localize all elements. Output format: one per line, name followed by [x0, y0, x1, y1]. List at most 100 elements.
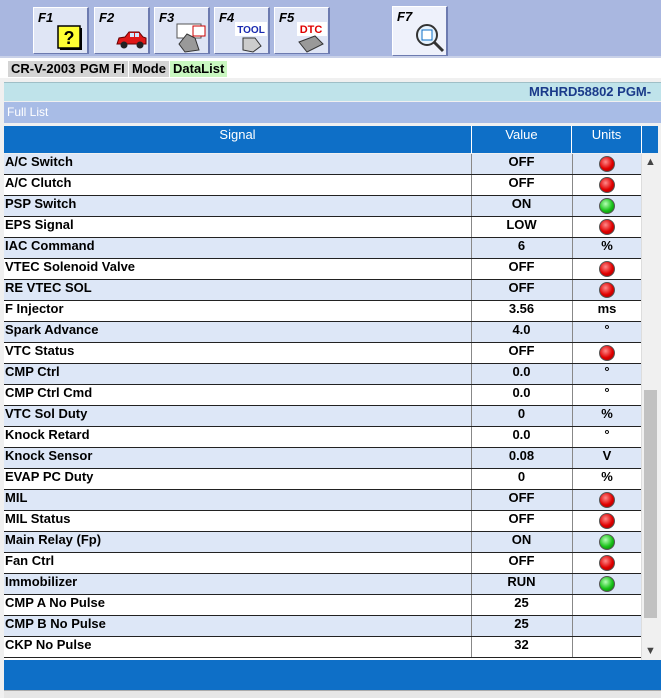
status-led-red-icon	[599, 555, 615, 571]
f5-dtc-button[interactable]: F5 DTC	[274, 7, 330, 54]
table-header: Signal Value Units	[4, 126, 658, 153]
breadcrumb-system[interactable]: PGM FI	[77, 61, 128, 77]
signal-name: CMP Ctrl Cmd	[5, 385, 93, 400]
signal-units	[572, 196, 641, 216]
table-row[interactable]: Spark Advance 4.0 °	[4, 322, 641, 343]
signal-units	[572, 595, 641, 615]
vertical-scrollbar[interactable]: ▲ ▼	[641, 154, 658, 660]
list-title: Full List	[7, 105, 49, 119]
breadcrumb-model[interactable]: CR-V-2003	[8, 61, 79, 77]
table-row[interactable]: Fan Ctrl OFF	[4, 553, 641, 574]
signal-value: 0.0	[471, 364, 571, 384]
table-row[interactable]: Immobilizer RUN	[4, 574, 641, 595]
signal-name: Spark Advance	[5, 322, 99, 337]
signal-units	[572, 217, 641, 237]
signal-name: F Injector	[5, 301, 64, 316]
pgm-at-icon	[176, 23, 206, 53]
signal-name: A/C Switch	[5, 154, 73, 169]
data-list-table: A/C Switch OFF A/C Clutch OFF PSP Switch ON EP…	[4, 154, 641, 660]
tool-icon: TOOL	[235, 22, 267, 53]
signal-value: 0	[471, 406, 571, 426]
signal-name: EVAP PC Duty	[5, 469, 94, 484]
table-row[interactable]: PSP Switch ON	[4, 196, 641, 217]
signal-name: Fan Ctrl	[5, 553, 55, 568]
f2-vehicle-button[interactable]: F2	[94, 7, 150, 54]
signal-value: 32	[471, 637, 571, 657]
signal-name: CMP Ctrl	[5, 364, 60, 379]
column-header-value[interactable]: Value	[472, 126, 572, 153]
table-row[interactable]: VTC Sol Duty 0%	[4, 406, 641, 427]
status-led-green-icon	[599, 534, 615, 550]
column-header-units[interactable]: Units	[572, 126, 642, 153]
table-row[interactable]: F Injector 3.56 ms	[4, 301, 641, 322]
f7-datalist-button[interactable]: F7	[392, 6, 448, 56]
signal-value: 3.56	[471, 301, 571, 321]
table-row[interactable]: CMP Ctrl Cmd 0.0 °	[4, 385, 641, 406]
table-row[interactable]: EPS Signal LOW	[4, 217, 641, 238]
table-row[interactable]: MIL Status OFF	[4, 511, 641, 532]
breadcrumb-view[interactable]: DataList	[170, 61, 228, 77]
table-row[interactable]: CMP B No Pulse 25	[4, 616, 641, 637]
signal-value: OFF	[471, 259, 571, 279]
table-row[interactable]: A/C Switch OFF	[4, 154, 641, 175]
scroll-down-arrow-icon[interactable]: ▼	[642, 643, 659, 660]
status-led-red-icon	[599, 345, 615, 361]
breadcrumb-mode[interactable]: Mode	[129, 61, 169, 77]
signal-units: °	[572, 385, 641, 405]
signal-value: ON	[471, 196, 571, 216]
signal-value: 0.0	[471, 427, 571, 447]
f4-tool-button[interactable]: F4 TOOL	[214, 7, 270, 54]
f4-key-label: F4	[219, 10, 235, 25]
table-row[interactable]: EVAP PC Duty 0%	[4, 469, 641, 490]
table-row[interactable]: MIL OFF	[4, 490, 641, 511]
f1-help-button[interactable]: F1 ?	[33, 7, 89, 54]
status-strip	[4, 690, 661, 698]
signal-name: CMP A No Pulse	[5, 595, 105, 610]
table-row[interactable]: Main Relay (Fp) ON	[4, 532, 641, 553]
signal-units	[572, 553, 641, 573]
signal-value: 0	[471, 469, 571, 489]
signal-units	[572, 616, 641, 636]
signal-name: MIL	[5, 490, 28, 505]
status-led-red-icon	[599, 219, 615, 235]
table-row[interactable]: VTC Status OFF	[4, 343, 641, 364]
bottom-bar	[4, 660, 661, 690]
dtc-icon: DTC	[297, 22, 327, 53]
svg-text:?: ?	[64, 28, 75, 48]
table-row[interactable]: A/C Clutch OFF	[4, 175, 641, 196]
signal-value: OFF	[471, 280, 571, 300]
signal-value: OFF	[471, 553, 571, 573]
f3-pgm-at-button[interactable]: F3	[154, 7, 210, 54]
status-led-red-icon	[599, 177, 615, 193]
table-row[interactable]: RE VTEC SOL OFF	[4, 280, 641, 301]
signal-name: MIL Status	[5, 511, 71, 526]
signal-units	[572, 280, 641, 300]
table-row[interactable]: CKP No Pulse 32	[4, 637, 641, 658]
table-row[interactable]: CMP A No Pulse 25	[4, 595, 641, 616]
signal-value: 0.0	[471, 385, 571, 405]
signal-units: ms	[572, 301, 641, 321]
table-row[interactable]: Knock Retard 0.0 °	[4, 427, 641, 448]
table-row[interactable]: Knock Sensor 0.08 V	[4, 448, 641, 469]
signal-units	[572, 154, 641, 174]
signal-units	[572, 343, 641, 363]
signal-units: V	[572, 448, 641, 468]
signal-value: 4.0	[471, 322, 571, 342]
signal-units	[572, 637, 641, 657]
status-led-red-icon	[599, 492, 615, 508]
table-row[interactable]: CMP Ctrl 0.0 °	[4, 364, 641, 385]
column-header-signal[interactable]: Signal	[4, 126, 472, 153]
scrollbar-thumb[interactable]	[644, 390, 657, 618]
breadcrumb: CR-V-2003 PGM FI Mode DataList	[0, 56, 661, 78]
f1-key-label: F1	[38, 10, 54, 25]
signal-name: PSP Switch	[5, 196, 77, 211]
table-row[interactable]: IAC Command 6%	[4, 238, 641, 259]
signal-name: A/C Clutch	[5, 175, 72, 190]
table-row[interactable]: VTEC Solenoid Valve OFF	[4, 259, 641, 280]
signal-units: %	[572, 469, 641, 489]
status-led-green-icon	[599, 576, 615, 592]
scroll-up-arrow-icon[interactable]: ▲	[642, 154, 659, 171]
signal-name: VTEC Solenoid Valve	[5, 259, 136, 274]
signal-units	[572, 175, 641, 195]
signal-value: RUN	[471, 574, 571, 594]
